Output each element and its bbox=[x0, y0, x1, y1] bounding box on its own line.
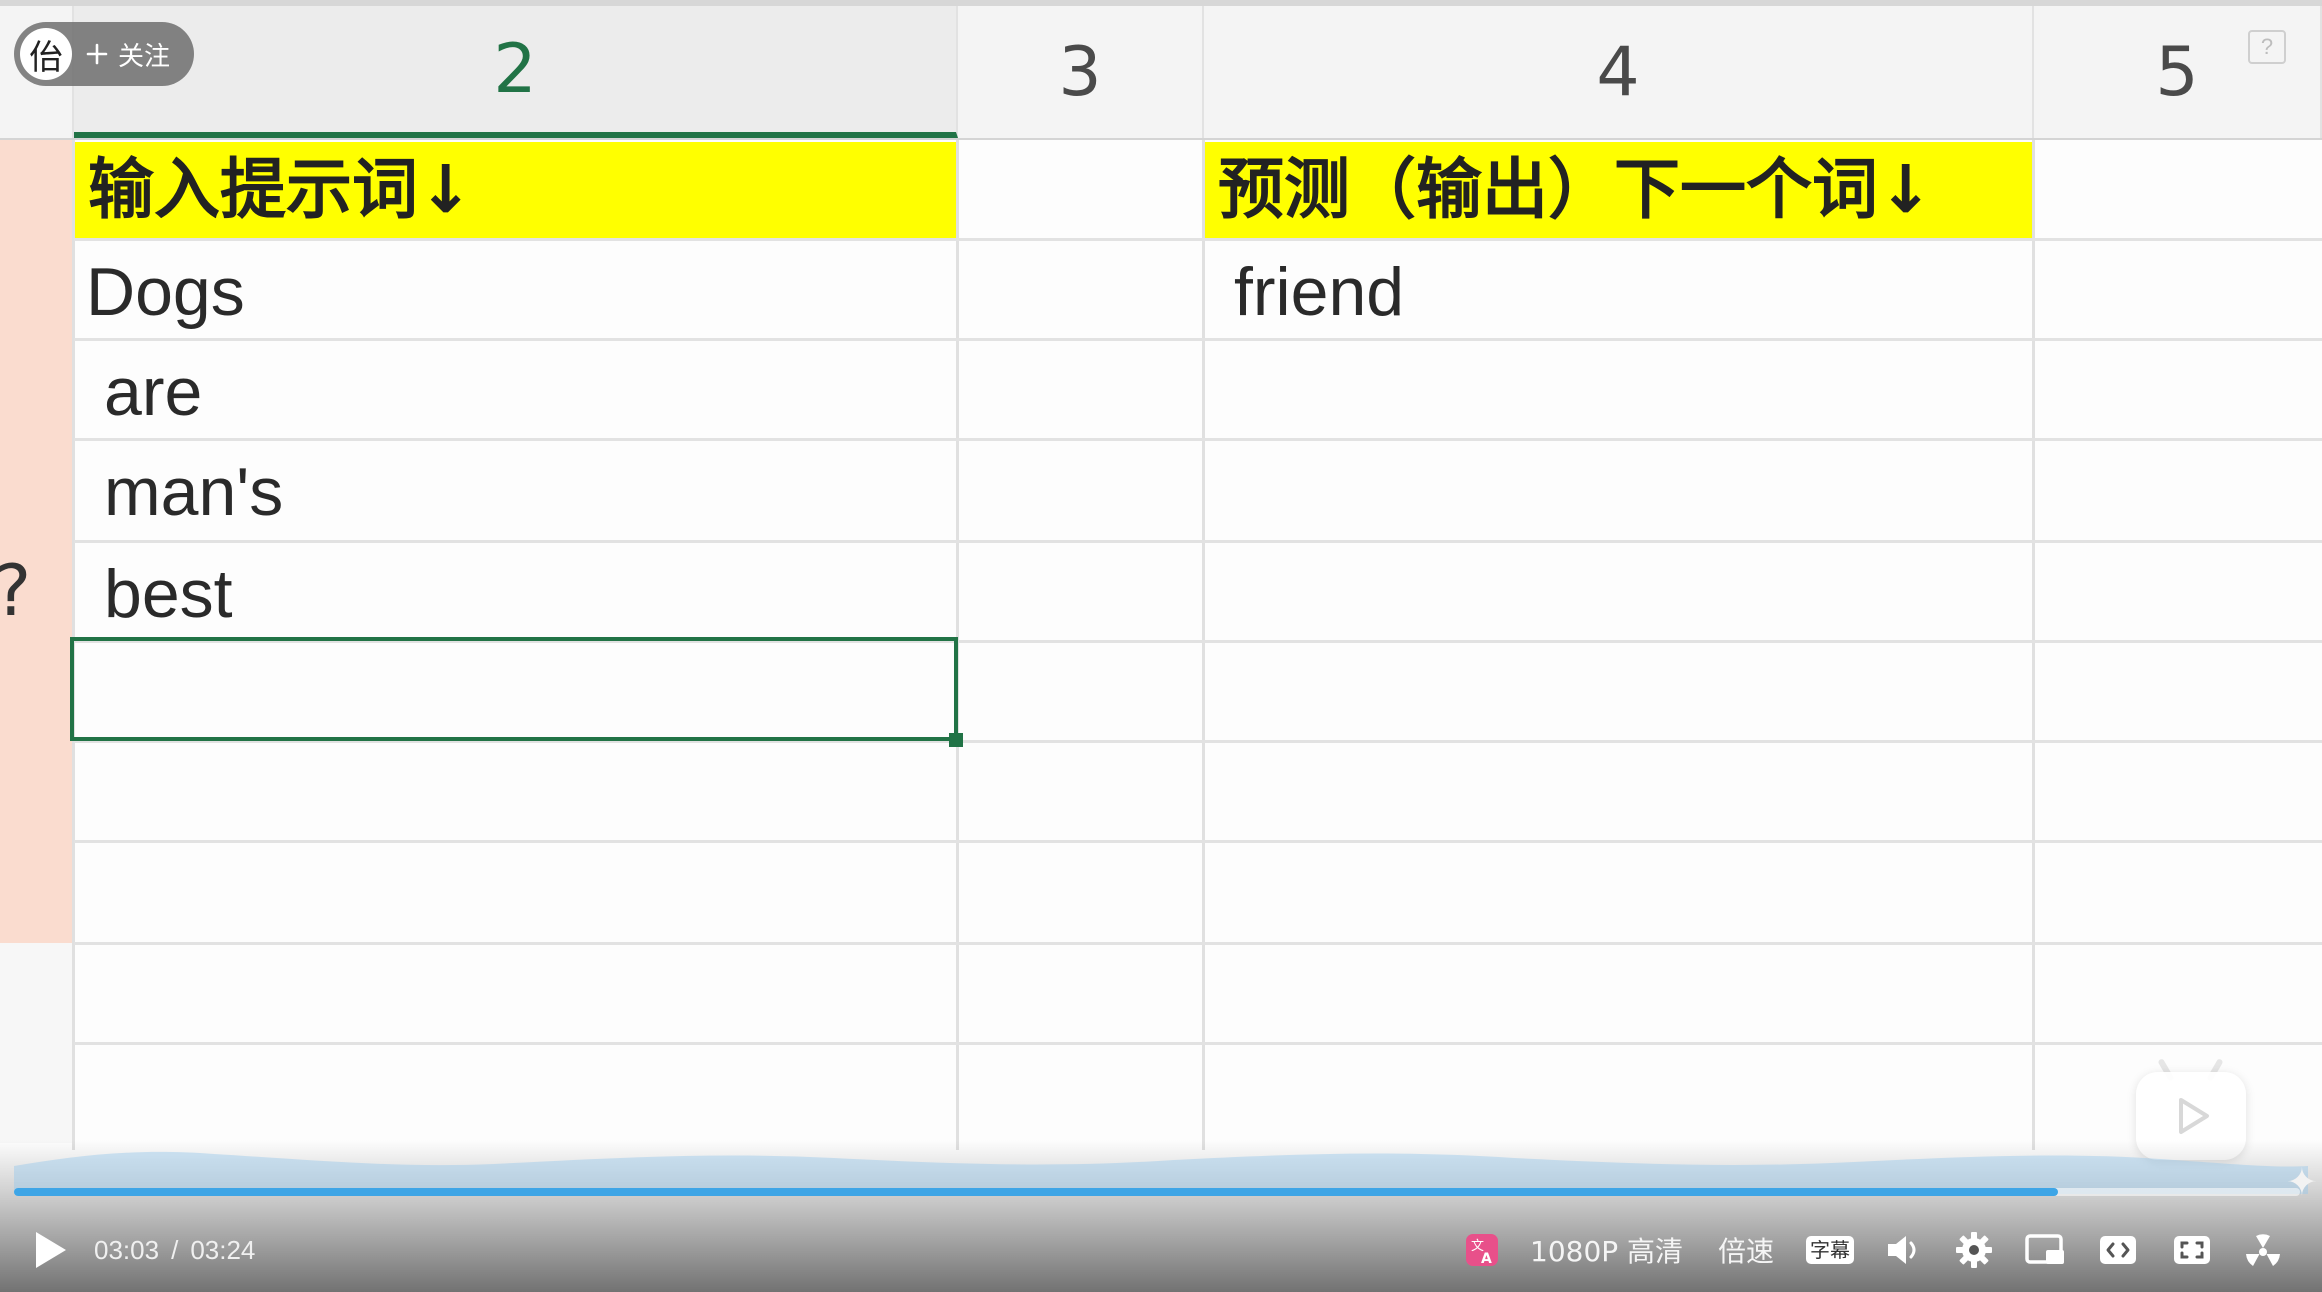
input-word-cell[interactable]: Dogs bbox=[86, 252, 245, 332]
play-button[interactable] bbox=[30, 1222, 70, 1278]
speed-button[interactable]: 倍速 bbox=[1718, 1222, 1774, 1278]
progress-sparkle-icon: ✦ bbox=[2286, 1162, 2318, 1204]
current-time: 03:03 bbox=[94, 1234, 160, 1265]
input-word-cell[interactable]: best bbox=[104, 554, 233, 634]
play-icon bbox=[36, 1232, 66, 1268]
pip-icon bbox=[2025, 1234, 2064, 1264]
input-prompt-header[interactable]: 输入提示词↓ bbox=[88, 148, 473, 232]
subtitle-icon: 字幕 bbox=[1806, 1236, 1854, 1264]
time-separator: / bbox=[171, 1234, 179, 1265]
ai-translate-button[interactable]: 文 A bbox=[1464, 1222, 1500, 1278]
grid-hline bbox=[74, 942, 2322, 945]
row-header-strip-lower[interactable] bbox=[0, 943, 74, 1143]
grid-hline bbox=[74, 438, 2322, 441]
subtitle-button[interactable]: 字幕 bbox=[1806, 1222, 1854, 1278]
column-header-3[interactable]: 3 bbox=[958, 6, 1204, 138]
grid-hline bbox=[74, 840, 2322, 843]
header-divider bbox=[0, 138, 2322, 140]
picture-in-picture-button[interactable] bbox=[2024, 1222, 2066, 1278]
input-word-cell[interactable]: man's bbox=[104, 452, 283, 532]
duration: 03:24 bbox=[190, 1234, 256, 1265]
grid-hline bbox=[74, 540, 2322, 543]
svg-text:A: A bbox=[1481, 1251, 1492, 1267]
volume-button[interactable] bbox=[1884, 1222, 1924, 1278]
grid-hline bbox=[74, 338, 2322, 341]
radiation-icon bbox=[2246, 1234, 2280, 1266]
grid-hline bbox=[74, 1042, 2322, 1045]
column-header-5[interactable]: 5 bbox=[2034, 6, 2322, 138]
web-fullscreen-button[interactable] bbox=[2098, 1222, 2138, 1278]
play-outline-icon bbox=[2179, 1098, 2209, 1134]
quality-button[interactable]: 1080P 高清 bbox=[1530, 1222, 1683, 1278]
column-header-2[interactable]: 2 bbox=[74, 6, 958, 138]
column-header-4[interactable]: 4 bbox=[1204, 6, 2034, 138]
translate-icon: 文 A bbox=[1466, 1234, 1498, 1267]
fullscreen-icon bbox=[2174, 1236, 2210, 1264]
row-header-strip[interactable] bbox=[0, 140, 74, 943]
settings-button[interactable] bbox=[1954, 1222, 1994, 1278]
plus-icon bbox=[86, 43, 108, 65]
fullscreen-button[interactable] bbox=[2172, 1222, 2212, 1278]
fill-handle[interactable] bbox=[949, 733, 963, 747]
grid-vline bbox=[2032, 140, 2035, 1150]
output-word-cell[interactable]: friend bbox=[1234, 252, 1404, 332]
progress-heatmap bbox=[14, 1151, 2308, 1194]
progress-fill bbox=[14, 1188, 2058, 1196]
grid-vline bbox=[1202, 140, 1205, 1150]
web-fullscreen-icon bbox=[2100, 1236, 2136, 1264]
uploader-follow-pill[interactable]: 佁 关注 bbox=[14, 22, 194, 86]
selected-cell[interactable] bbox=[70, 637, 958, 741]
gear-icon bbox=[1956, 1232, 1992, 1268]
time-display: 03:03 / 03:24 bbox=[94, 1222, 255, 1278]
speed-label: 倍速 bbox=[1718, 1235, 1775, 1268]
volume-icon bbox=[1888, 1236, 1916, 1264]
quality-label: 1080P 高清 bbox=[1530, 1235, 1684, 1268]
avatar[interactable]: 佁 bbox=[20, 28, 72, 80]
clipped-glyph: ? bbox=[0, 550, 31, 632]
more-options-button[interactable] bbox=[2242, 1222, 2284, 1278]
help-badge[interactable]: ? bbox=[2248, 30, 2286, 64]
spreadsheet: 2 3 4 5 ? 输入提示词↓ 预测（输出）下一个词↓ Dogs are ma… bbox=[0, 0, 2322, 1292]
grid-hline bbox=[74, 238, 2322, 241]
follow-button-label[interactable]: 关注 bbox=[118, 36, 170, 73]
input-word-cell[interactable]: are bbox=[104, 352, 202, 432]
predict-output-header[interactable]: 预测（输出）下一个词↓ bbox=[1218, 148, 1933, 232]
